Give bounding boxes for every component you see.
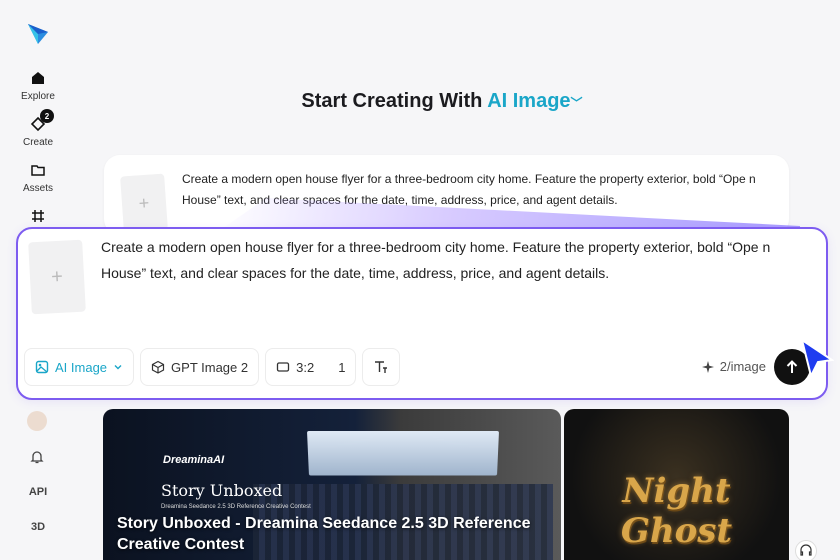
text-style-button[interactable] — [362, 348, 401, 386]
chevron-down-icon: ﹀ — [570, 96, 583, 110]
add-image-icon: + — [120, 173, 168, 233]
contest-banner[interactable]: DreaminaAI Story Unboxed Dreamina Seedan… — [103, 409, 561, 560]
folder-icon — [28, 160, 48, 180]
mode-dropdown-label: AI Image — [55, 359, 108, 375]
prompt-input[interactable]: Create a modern open house flyer for a t… — [101, 234, 811, 286]
add-reference-image-button[interactable]: + — [28, 239, 86, 315]
sparkle-icon — [701, 360, 714, 373]
sidebar-item-assets[interactable]: Assets — [0, 160, 76, 194]
ratio-label: 3:2 — [296, 359, 315, 375]
credits-indicator: 2/image — [701, 359, 766, 374]
api-link[interactable]: API — [0, 486, 76, 498]
frame-icon — [28, 206, 48, 226]
prompt-card: + Create a modern open house flyer for a… — [16, 227, 828, 400]
night-ghost-banner[interactable]: Night Ghost — [564, 409, 789, 560]
model-selector-label: GPT Image 2 — [171, 359, 249, 375]
sidebar-item-label: Create — [22, 137, 53, 148]
sidebar-item-create[interactable]: 2 Create — [0, 109, 76, 148]
arrow-up-icon — [786, 360, 798, 373]
image-icon — [35, 360, 49, 374]
page-title: Start Creating With AI Image﹀ — [0, 90, 840, 113]
mode-dropdown[interactable]: AI Image — [24, 348, 135, 386]
mouse-cursor-icon — [800, 338, 834, 378]
cube-icon — [151, 360, 165, 374]
headset-icon[interactable] — [795, 540, 817, 560]
mode-selector-label: AI Image — [487, 90, 571, 112]
mode-selector[interactable]: AI Image﹀ — [487, 90, 582, 112]
credits-label: 2/image — [719, 359, 766, 374]
text-format-icon — [375, 361, 388, 373]
sidebar-item-label: Assets — [22, 183, 53, 194]
night-ghost-title: Night Ghost — [620, 471, 733, 551]
banner-logo: DreaminaAI — [163, 454, 225, 466]
sidebar-item-frame[interactable] — [0, 206, 76, 226]
banner-caption: Story Unboxed - Dreamina Seedance 2.5 3D… — [117, 515, 531, 553]
model-selector[interactable]: GPT Image 2 — [140, 348, 260, 386]
three-d-link[interactable]: 3D — [0, 521, 76, 533]
theater-screen-image — [306, 430, 500, 476]
home-icon — [28, 68, 48, 88]
ratio-count-selector[interactable]: 3:2 1 — [265, 348, 357, 386]
dreamina-logo-icon[interactable] — [26, 20, 50, 46]
banner-script-title: Story Unboxed — [161, 481, 283, 500]
plus-icon: + — [50, 265, 64, 288]
title-prefix: Start Creating With — [301, 90, 483, 112]
create-icon: 2 — [28, 109, 54, 134]
banner-tiny-text: Dreamina Seedance 2.5 3D Reference Creat… — [161, 504, 311, 510]
aspect-ratio-icon — [276, 362, 290, 372]
prompt-toolbar: AI Image GPT Image 2 3:2 1 — [24, 348, 401, 386]
bell-icon[interactable] — [29, 449, 45, 465]
count-label: 1 — [338, 359, 346, 375]
avatar[interactable] — [27, 411, 47, 431]
chevron-down-icon — [114, 365, 122, 370]
